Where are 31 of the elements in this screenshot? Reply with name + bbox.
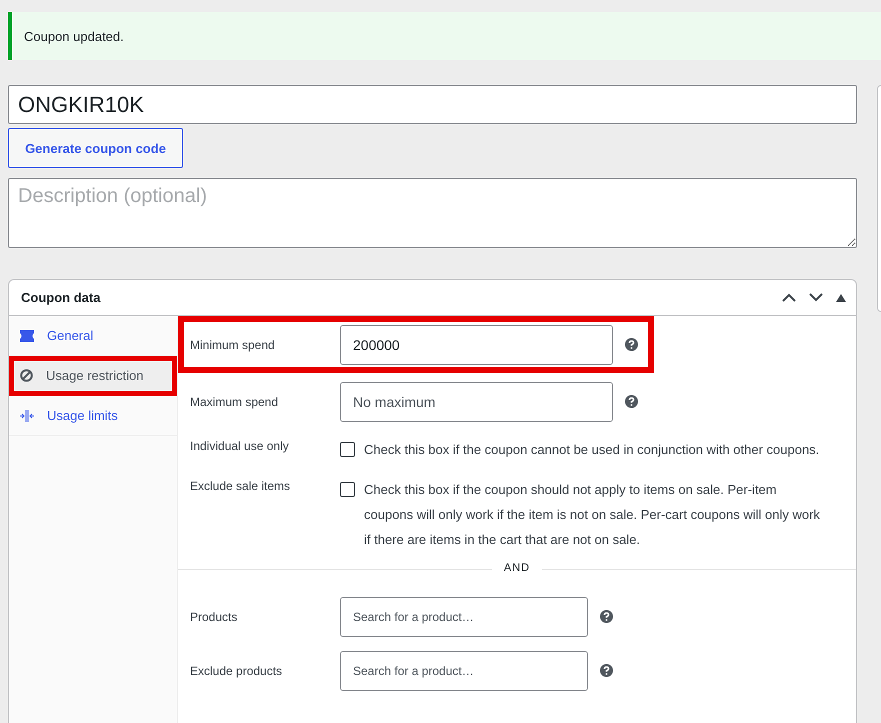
amount-field[interactable]: 200000 <box>340 324 613 364</box>
help-icon[interactable] <box>600 664 613 677</box>
help-icon[interactable] <box>600 610 613 623</box>
help-icon[interactable] <box>625 338 638 351</box>
checkbox-description: Check this box if the coupon cannot be used in conjunction with other coupons. <box>364 441 820 459</box>
coupon-code-field[interactable]: ONGKIR10K <box>8 85 857 124</box>
field-label: Exclude products <box>190 664 284 678</box>
ticket-icon <box>20 330 34 342</box>
product-search-field[interactable]: Search for a product… <box>340 596 588 636</box>
checkbox-description: Check this box if the coupon should not apply to items on sale. Per-item coupons will only work if the item is not on sale. Per-cart coupons will only work if there are items in the cart that are not on sale. <box>364 481 821 549</box>
description-field[interactable]: Description (optional) <box>8 178 857 248</box>
checkbox[interactable] <box>340 482 355 497</box>
field-label: Products <box>190 610 238 624</box>
checkbox[interactable] <box>340 442 355 457</box>
move-down-icon[interactable] <box>809 293 823 302</box>
field-label: Individual use only <box>190 438 290 455</box>
help-icon[interactable] <box>625 395 638 408</box>
product-search-field[interactable]: Search for a product… <box>340 650 588 690</box>
panel-tab[interactable]: Usage limits <box>9 396 177 436</box>
notice-text: Coupon updated. <box>24 28 124 44</box>
field-label: Maximum spend <box>190 394 280 408</box>
panel-title: Coupon data <box>21 290 100 305</box>
prohibited-icon <box>20 369 33 382</box>
field-label: Exclude sale items <box>190 478 292 495</box>
collapse-icon[interactable] <box>836 294 846 302</box>
move-up-icon[interactable] <box>782 293 796 302</box>
panel-tab[interactable]: Usage restriction <box>9 356 177 396</box>
field-label: Minimum spend <box>190 338 276 352</box>
amount-field[interactable]: No maximum <box>340 382 613 422</box>
generate-coupon-button[interactable]: Generate coupon code <box>8 128 183 168</box>
limits-icon <box>20 410 34 422</box>
